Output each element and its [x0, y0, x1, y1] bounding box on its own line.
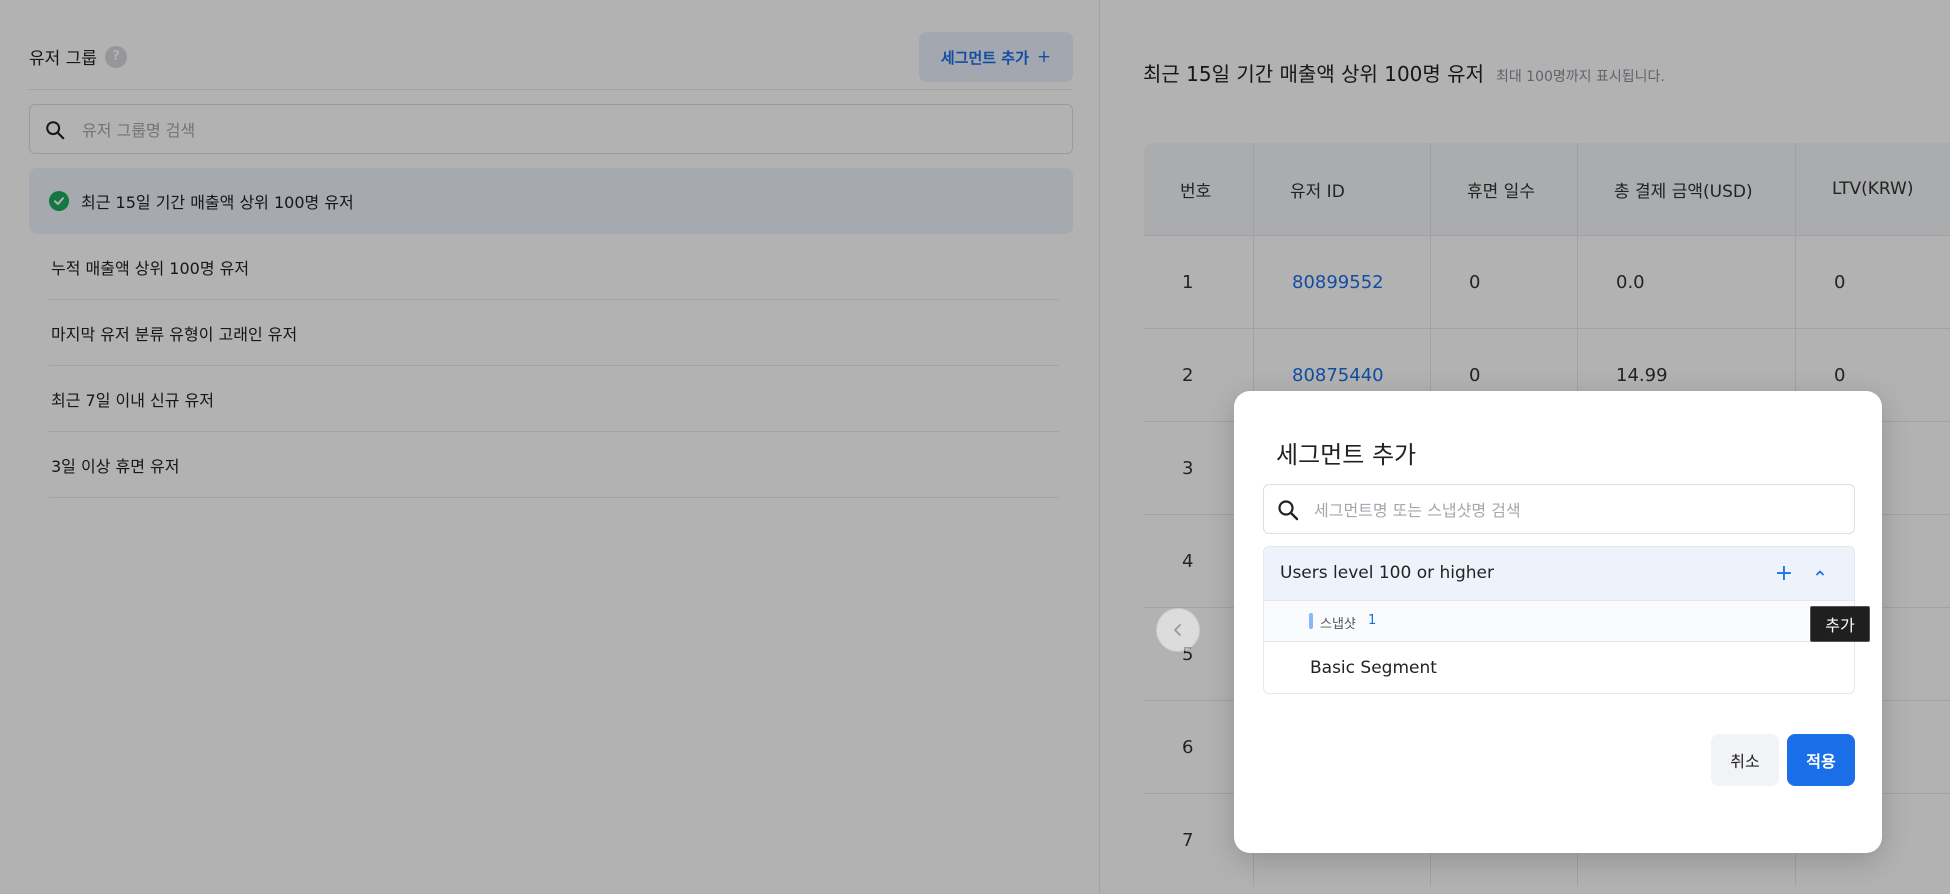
segment-group-header[interactable]: Users level 100 or higher + [1264, 547, 1854, 601]
add-segment-modal: 세그먼트 추가 Users level 100 or higher + 스냅샷 … [1234, 391, 1882, 853]
chevron-left-icon [1174, 624, 1181, 636]
snapshot-bar-icon [1309, 613, 1313, 629]
segment-group-name: Users level 100 or higher [1280, 563, 1494, 583]
segment-search-input[interactable] [1314, 495, 1834, 525]
apply-button[interactable]: 적용 [1787, 734, 1855, 786]
segment-item-name: Basic Segment [1310, 658, 1437, 678]
app-root: 유저 그룹 ? 세그먼트 추가 + 최근 15일 기간 매출액 상위 100명 … [0, 0, 1950, 894]
segment-search [1263, 484, 1855, 534]
modal-title: 세그먼트 추가 [1276, 441, 1417, 469]
scroll-left-button[interactable] [1156, 608, 1200, 652]
snapshot-row: 스냅샷 1 [1264, 601, 1854, 642]
add-tooltip: 추가 [1810, 606, 1870, 642]
cancel-button[interactable]: 취소 [1711, 734, 1779, 786]
search-icon [1278, 500, 1299, 521]
segment-list: Users level 100 or higher + 스냅샷 1 Basic … [1263, 546, 1855, 694]
snapshot-label: 스냅샷 [1320, 617, 1356, 632]
snapshot-count: 1 [1368, 613, 1377, 628]
chevron-up-icon[interactable] [1808, 561, 1832, 585]
add-snapshot-button[interactable]: + [1772, 561, 1796, 586]
segment-item[interactable]: Basic Segment [1264, 642, 1854, 693]
